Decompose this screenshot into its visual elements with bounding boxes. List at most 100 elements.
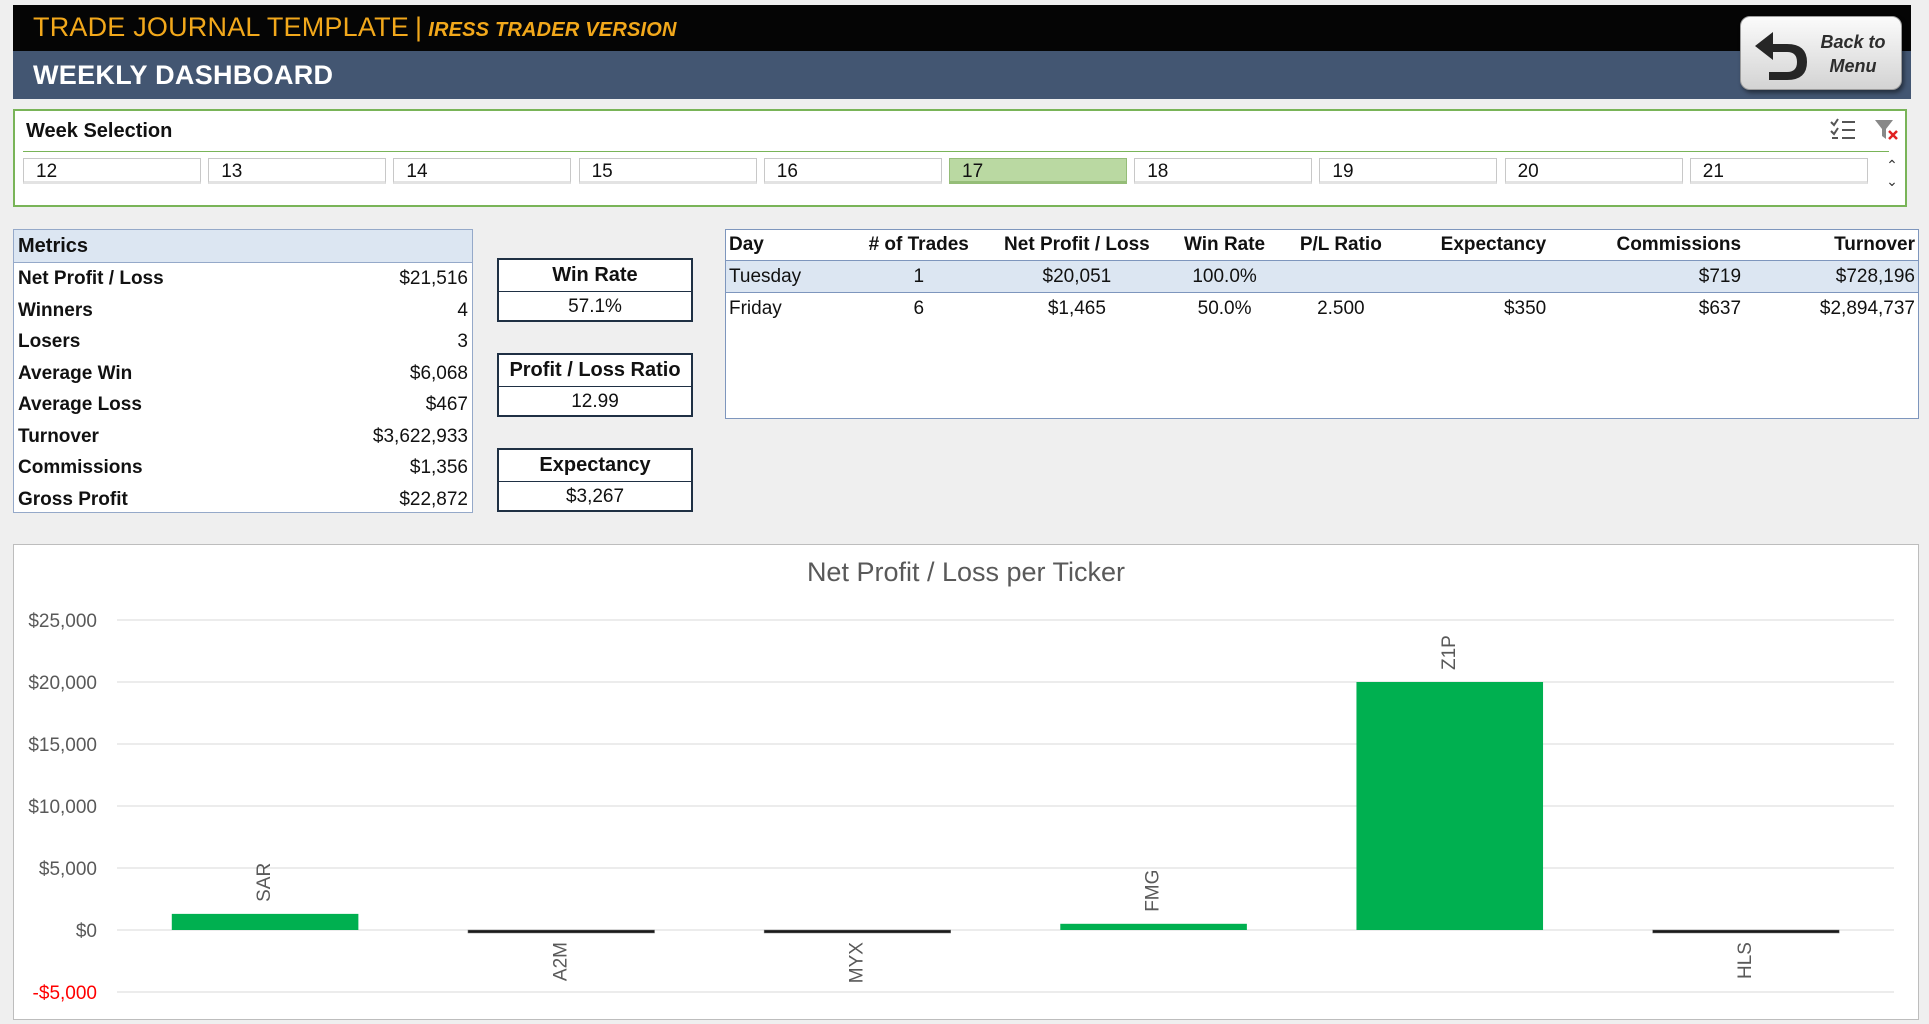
y-tick-label: $10,000 — [28, 797, 97, 818]
metric-label: Gross Profit — [18, 488, 128, 510]
metric-value: $1,356 — [409, 457, 468, 478]
kpi-title: Profit / Loss Ratio — [499, 355, 691, 387]
table-cell: Friday — [729, 297, 782, 319]
week-button-20[interactable]: 20 — [1504, 158, 1683, 184]
column-header[interactable]: Expectancy — [1396, 230, 1550, 261]
y-tick-label: $20,000 — [28, 673, 97, 694]
title-separator: | — [414, 12, 423, 42]
chart-canvas: $25,000 $20,000 $15,000 $10,000 $5,000 $0 -$5,… — [28, 611, 1894, 1004]
week-button-16[interactable]: 16 — [763, 158, 942, 184]
week-button-19[interactable]: 19 — [1319, 158, 1498, 184]
kpi-value: 12.99 — [571, 391, 619, 412]
back-to-menu-button[interactable]: Back to Menu — [1740, 16, 1902, 90]
week-button-13[interactable]: 13 — [208, 158, 387, 184]
kpi-box: Expectancy $3,267 — [497, 448, 693, 512]
bar-Z1P — [1356, 682, 1544, 930]
bar-label-SAR: SAR — [254, 863, 275, 902]
table-body: Tuesday 1 $20,051 100.0% $719 $728,196 Friday 6… — [726, 260, 1918, 325]
bar-MYX — [763, 929, 951, 934]
table-cell: $2,894,737 — [1819, 297, 1915, 319]
week-button-18[interactable]: 18 — [1134, 158, 1313, 184]
y-tick-label: $25,000 — [28, 611, 97, 632]
scroll-down-icon[interactable]: ⌄ — [1882, 173, 1902, 189]
table-cell: $637 — [1698, 297, 1742, 319]
table-row[interactable]: Tuesday 1 $20,051 100.0% $719 $728,196 — [726, 260, 1918, 293]
table-cell: $1,465 — [1047, 297, 1106, 319]
table-cell: $350 — [1503, 297, 1547, 319]
table-cell: 100.0% — [1163, 260, 1286, 293]
y-tick-label: -$5,000 — [33, 983, 97, 1004]
version-label: IRESS TRADER VERSION — [428, 19, 677, 41]
metric-label: Turnover — [18, 425, 99, 447]
kpi-value: $3,267 — [565, 486, 625, 507]
metric-value: $6,068 — [409, 362, 468, 384]
clear-filter-icon[interactable] — [1873, 117, 1901, 143]
metric-label: Commissions — [18, 457, 143, 478]
column-header[interactable]: Net Profit / Loss — [989, 230, 1164, 261]
slicer-title: Week Selection — [26, 120, 173, 142]
bar-A2M — [467, 929, 655, 934]
scroll-up-icon[interactable]: ⌃ — [1882, 157, 1902, 173]
column-header[interactable]: P/L Ratio — [1285, 230, 1397, 261]
multi-select-icon[interactable] — [1829, 117, 1857, 143]
metric-label: Average Win — [18, 362, 133, 384]
table-cell: 50.0% — [1197, 297, 1252, 319]
metric-row: Commissions $1,356 — [14, 452, 472, 484]
column-header[interactable]: Turnover — [1744, 230, 1918, 261]
slicer-scroll[interactable]: ⌃ ⌄ — [1882, 157, 1902, 193]
y-tick-label: $0 — [76, 921, 97, 942]
page-title: WEEKLY DASHBOARD — [33, 60, 334, 90]
metrics-table: Metrics Net Profit / Loss $21,516 Winners 4… — [13, 229, 473, 513]
week-button-17[interactable]: 17 — [949, 158, 1127, 184]
metric-value: 3 — [457, 331, 468, 352]
table-cell: $719 — [1549, 260, 1745, 293]
week-button-15[interactable]: 15 — [578, 158, 757, 184]
metric-row: Winners 4 — [14, 295, 472, 327]
table-row[interactable]: Friday 6 $1,465 50.0% 2.500 $350 $637 $2,894,73… — [726, 293, 1918, 325]
metric-value: $21,516 — [399, 268, 468, 289]
metric-value: $467 — [425, 394, 468, 415]
kpi-box: Win Rate 57.1% — [497, 258, 693, 322]
slicer-divider — [23, 151, 1889, 152]
metric-value: 4 — [457, 299, 468, 321]
table-cell — [1396, 260, 1550, 293]
daily-summary-table: Day # of Trades Net Profit / Loss Win Rate P… — [725, 229, 1919, 419]
column-header[interactable]: # of Trades — [847, 230, 990, 261]
table-cell: $728,196 — [1744, 260, 1918, 293]
metrics-header: Metrics — [14, 230, 472, 263]
column-header[interactable]: Day — [726, 230, 848, 261]
app-title-text: TRADE JOURNAL TEMPLATE — [33, 12, 409, 42]
kpi-box: Profit / Loss Ratio 12.99 — [497, 353, 693, 417]
metric-label: Losers — [18, 331, 81, 352]
table-cell: Tuesday — [726, 260, 848, 293]
back-arrow-icon — [1755, 32, 1807, 80]
metric-row: Gross Profit $22,872 — [14, 484, 472, 516]
bar-label-A2M: A2M — [550, 942, 571, 981]
bar-label-FMG: FMG — [1143, 870, 1164, 912]
bar-HLS — [1652, 929, 1840, 934]
metric-row: Losers 3 — [14, 326, 472, 358]
metric-value: $22,872 — [399, 488, 468, 510]
metric-row: Average Win $6,068 — [14, 358, 472, 390]
ticker-chart: Net Profit / Loss per Ticker $25,000 $20,… — [13, 544, 1919, 1020]
metric-label: Net Profit / Loss — [18, 268, 164, 289]
metric-label: Winners — [18, 299, 93, 321]
table-cell: 6 — [913, 297, 925, 319]
table-cell: $20,051 — [989, 260, 1164, 293]
bar-label-HLS: HLS — [1735, 942, 1756, 979]
kpi-value: 57.1% — [568, 296, 622, 317]
metric-row-list: Net Profit / Loss $21,516 Winners 4 Losers 3 A… — [14, 263, 472, 515]
back-button-label: Back to Menu — [1811, 30, 1895, 78]
table-cell: 1 — [847, 260, 990, 293]
column-header[interactable]: Win Rate — [1163, 230, 1286, 261]
week-button-12[interactable]: 12 — [23, 158, 201, 184]
bar-FMG — [1060, 923, 1247, 930]
table-header-row: Day # of Trades Net Profit / Loss Win Rate P… — [726, 230, 1918, 261]
kpi-title: Win Rate — [499, 260, 691, 292]
week-button-14[interactable]: 14 — [393, 158, 572, 184]
metric-value: $3,622,933 — [372, 425, 468, 447]
back-button-line2: Menu — [1829, 56, 1877, 76]
column-header[interactable]: Commissions — [1549, 230, 1745, 261]
week-button-21[interactable]: 21 — [1689, 158, 1868, 184]
table-cell — [1285, 260, 1397, 293]
